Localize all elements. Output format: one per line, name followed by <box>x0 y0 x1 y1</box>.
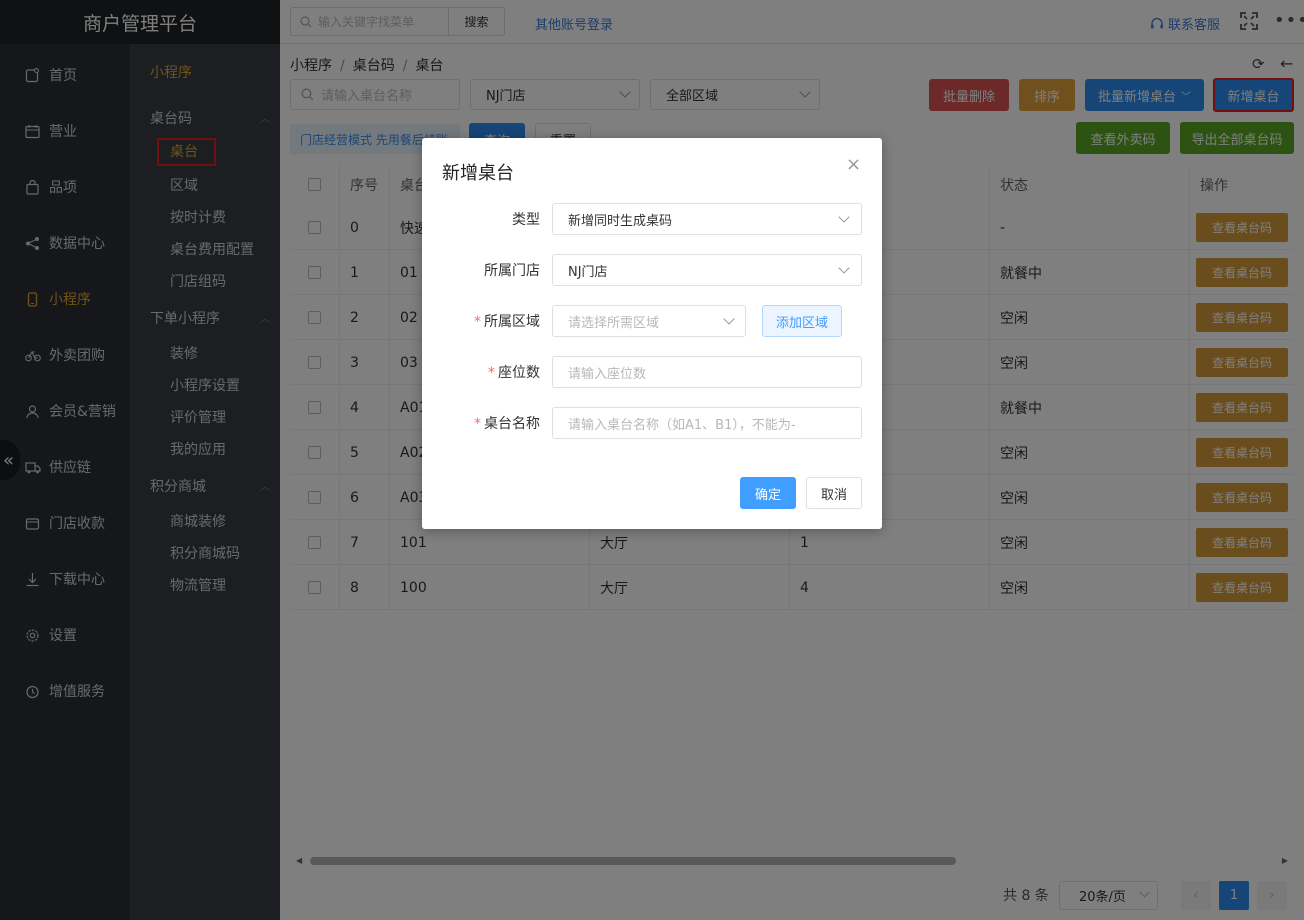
close-icon[interactable]: × <box>846 154 861 175</box>
store-select-dialog[interactable]: NJ门店 <box>552 254 862 286</box>
seats-input[interactable]: 请输入座位数 <box>552 356 862 388</box>
table-name-label: * 桌台名称 <box>474 416 540 432</box>
confirm-button[interactable]: 确定 <box>740 477 796 509</box>
store-label: 所属门店 <box>484 263 540 279</box>
chevron-down-icon <box>723 313 735 325</box>
chevron-down-icon <box>838 262 850 274</box>
dialog-title: 新增桌台 <box>442 163 514 184</box>
cancel-button[interactable]: 取消 <box>806 477 862 509</box>
add-area-button[interactable]: 添加区域 <box>762 305 842 337</box>
area-select-dialog[interactable]: 请选择所需区域 <box>552 305 746 337</box>
area-label: * 所属区域 <box>474 314 540 330</box>
type-label: 类型 <box>512 212 540 228</box>
chevron-down-icon <box>838 211 850 223</box>
table-name-input[interactable]: 请输入桌台名称（如A1、B1），不能为- <box>552 407 862 439</box>
type-select[interactable]: 新增同时生成桌码 <box>552 203 862 235</box>
seats-label: * 座位数 <box>488 365 540 381</box>
